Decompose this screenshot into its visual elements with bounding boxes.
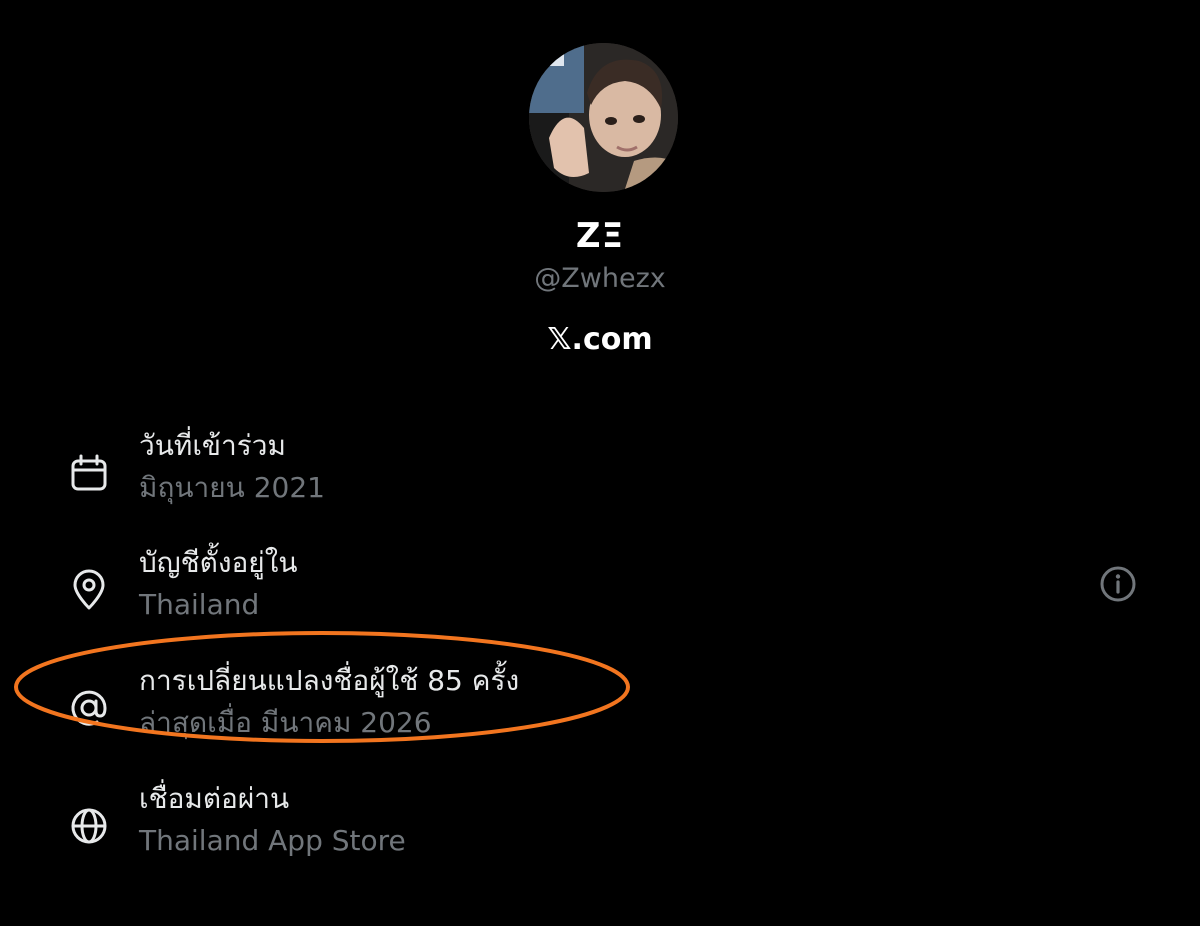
location-label: บัญชีตั้งอยู่ใน [139,546,298,579]
about-row-location: บัญชีตั้งอยู่ใน Thailand [60,541,1160,641]
profile-handle: @Zwhezx [534,263,666,294]
connected-via-label: เชื่อมต่อผ่าน [139,782,290,815]
username-changes-last: ล่าสุดเมื่อ มีนาคม 2026 [139,706,432,739]
globe-icon [68,805,110,847]
about-row-joined: วันที่เข้าร่วม มิถุนายน 2021 [60,424,1160,524]
profile-photo [529,43,678,192]
joined-date: มิถุนายน 2021 [139,471,325,504]
about-row-connected-via: เชื่อมต่อผ่าน Thailand App Store [60,777,1160,877]
avatar[interactable] [529,43,678,192]
username-changes-label: การเปลี่ยนแปลงชื่อผู้ใช้ 85 ครั้ง [139,664,520,697]
at-sign-icon [68,687,110,729]
connected-via-value: Thailand App Store [139,824,406,857]
calendar-icon [68,452,110,494]
about-row-username-changes: การเปลี่ยนแปลงชื่อผู้ใช้ 85 ครั้ง ล่าสุด… [60,659,1160,759]
joined-label: วันที่เข้าร่วม [139,429,286,462]
location-pin-icon [68,569,110,611]
location-value: Thailand [139,588,260,621]
info-icon[interactable] [1098,564,1138,604]
profile-display-name: ZΞ [575,216,625,256]
source-domain: 𝕏.com [547,322,653,357]
